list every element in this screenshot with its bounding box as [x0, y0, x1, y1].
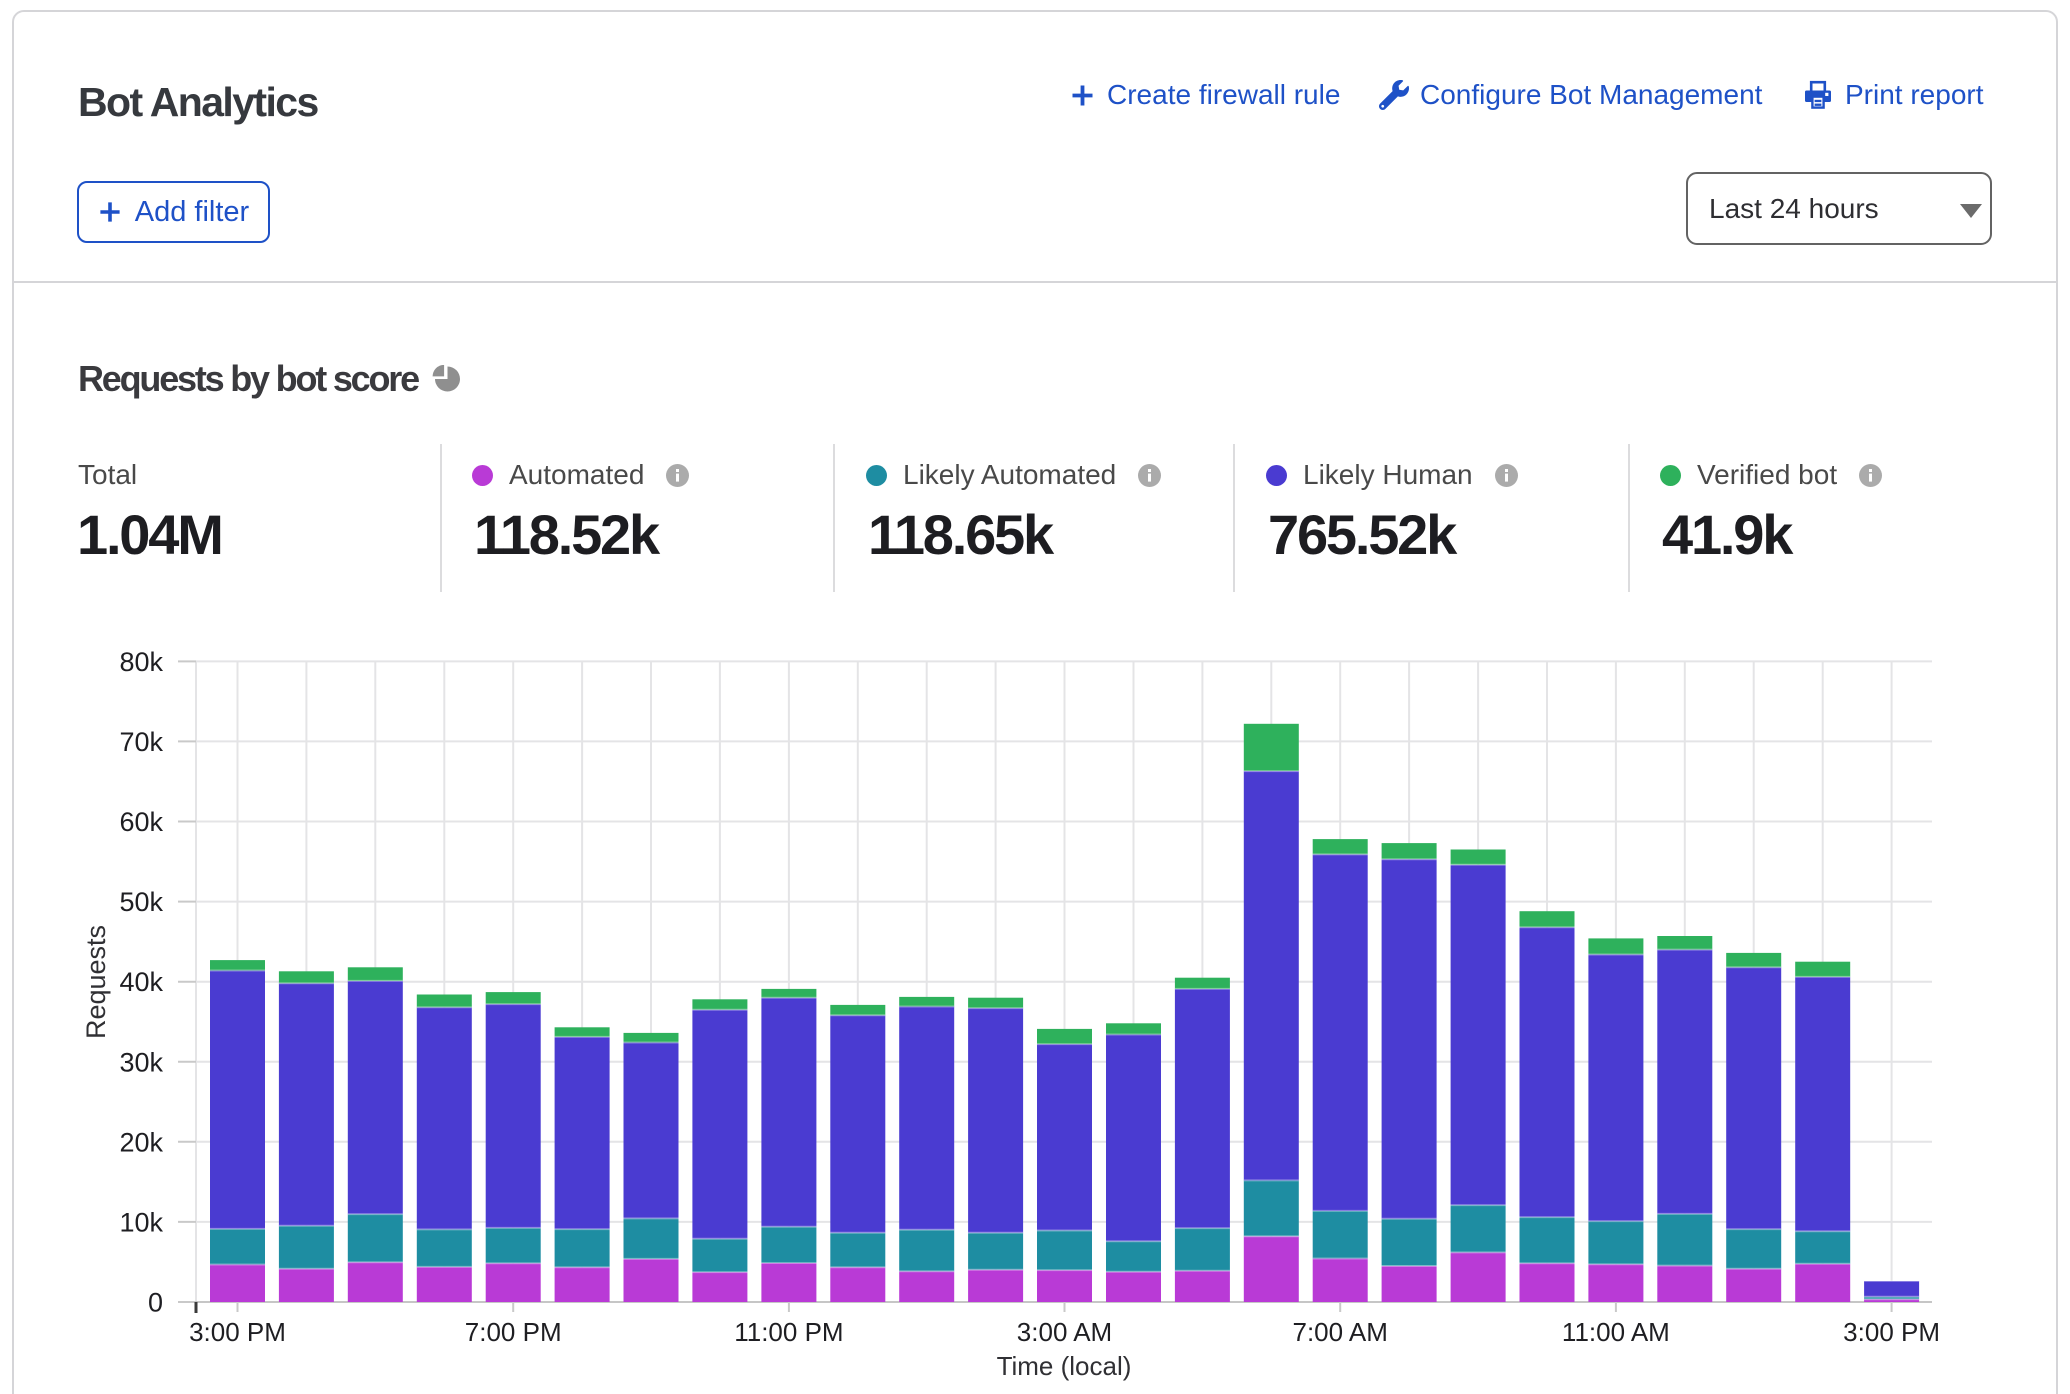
svg-text:10k: 10k [119, 1207, 163, 1237]
svg-text:11:00 PM: 11:00 PM [734, 1317, 843, 1347]
svg-text:20k: 20k [119, 1127, 163, 1157]
svg-text:40k: 40k [119, 967, 163, 997]
svg-text:30k: 30k [119, 1047, 163, 1077]
svg-text:50k: 50k [119, 887, 163, 917]
svg-text:80k: 80k [119, 647, 163, 677]
svg-text:11:00 AM: 11:00 AM [1562, 1317, 1670, 1347]
svg-text:7:00 PM: 7:00 PM [465, 1317, 562, 1347]
svg-text:3:00 AM: 3:00 AM [1017, 1317, 1112, 1347]
svg-text:7:00 AM: 7:00 AM [1292, 1317, 1387, 1347]
svg-text:3:00 PM: 3:00 PM [1843, 1317, 1940, 1347]
svg-text:60k: 60k [119, 807, 163, 837]
svg-text:70k: 70k [119, 727, 163, 757]
svg-text:3:00 PM: 3:00 PM [189, 1317, 286, 1347]
svg-text:Requests: Requests [81, 925, 111, 1039]
svg-text:0: 0 [148, 1288, 163, 1318]
svg-text:Time (local): Time (local) [997, 1351, 1132, 1381]
